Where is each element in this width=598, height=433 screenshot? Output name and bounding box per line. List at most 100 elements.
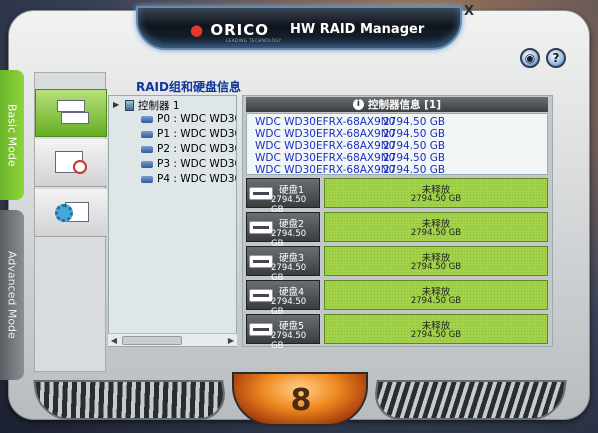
brand-logo: ● ORICO <box>190 21 269 39</box>
tree-horizontal-scrollbar[interactable]: ◀ ▶ <box>108 333 237 346</box>
emblem-icon: 8 <box>290 383 312 418</box>
hdd-icon <box>141 115 153 123</box>
tree-port-p3[interactable]: P3 : WDC WD30EF <box>141 158 236 170</box>
tree-port-label: P2 : WDC WD30EF <box>157 143 236 155</box>
info-icon: i <box>352 99 364 110</box>
disk-name: 硬盘1 <box>279 185 305 196</box>
disk-name: 硬盘3 <box>279 253 305 264</box>
controller-info-header: i 控制器信息 [1] <box>246 97 548 112</box>
disk-model: WDC WD30EFRX-68AX9N0 <box>255 128 396 140</box>
gear-icon <box>51 198 91 228</box>
section-title: RAID组和硬盘信息 <box>136 80 241 94</box>
hdd-icon <box>249 255 273 268</box>
disk-status-capacity: 2794.50 GB <box>410 194 462 204</box>
disk-size: 2794.50 GB <box>383 164 446 176</box>
disk-status-4[interactable]: 未释放 2794.50 GB <box>324 280 548 310</box>
disk-row-1: 硬盘1 2794.50 GB 未释放 2794.50 GB <box>246 178 548 215</box>
tree-port-label: P1 : WDC WD30EF <box>157 128 236 140</box>
hdd-icon <box>141 145 153 153</box>
disk-capacity: 2794.50 GB <box>271 331 307 351</box>
orico-logo-icon: ● <box>190 21 205 39</box>
disk-name: 硬盘4 <box>279 287 305 298</box>
controller-info-list: WDC WD30EFRX-68AX9N0 2794.50 GB WDC WD30E… <box>246 113 548 176</box>
disk-name: 硬盘2 <box>279 219 305 230</box>
help-button[interactable]: ? <box>546 48 566 68</box>
disk-status-capacity: 2794.50 GB <box>410 262 462 272</box>
close-button[interactable]: X <box>462 5 476 20</box>
hdd-icon <box>141 175 153 183</box>
disk-size: 2794.50 GB <box>383 116 446 128</box>
disk-row-2: 硬盘2 2794.50 GB 未释放 2794.50 GB <box>246 212 548 249</box>
disk-row-5: 硬盘5 2794.50 GB 未释放 2794.50 GB <box>246 314 548 351</box>
disk-model: WDC WD30EFRX-68AX9N0 <box>255 116 396 128</box>
disk-card-2[interactable]: 硬盘2 2794.50 GB <box>246 212 320 249</box>
disk-card-1[interactable]: 硬盘1 2794.50 GB <box>246 178 320 215</box>
tab-advanced-mode[interactable]: Advanced Mode <box>0 210 24 380</box>
help-icon: ? <box>552 51 560 65</box>
orico-emblem: 8 <box>232 372 368 426</box>
disk-status-1[interactable]: 未释放 2794.50 GB <box>324 178 548 208</box>
minimize-button[interactable]: _ <box>146 5 160 20</box>
list-item: WDC WD30EFRX-68AX9N0 2794.50 GB <box>255 116 445 128</box>
tree-port-label: P0 : WDC WD30EF <box>157 113 236 125</box>
disk-list-icon <box>51 98 91 128</box>
disk-status-5[interactable]: 未释放 2794.50 GB <box>324 314 548 344</box>
disk-model: WDC WD30EFRX-68AX9N0 <box>255 140 396 152</box>
scroll-left-icon[interactable]: ◀ <box>108 334 120 347</box>
bottom-decoration: 8 <box>33 370 567 426</box>
list-item: WDC WD30EFRX-68AX9N0 2794.50 GB <box>255 140 445 152</box>
right-grille <box>371 380 567 420</box>
hdd-icon <box>249 289 273 302</box>
scrollbar-thumb[interactable] <box>122 336 182 345</box>
speaker-icon: ◉ <box>524 51 536 65</box>
hdd-icon <box>141 130 153 138</box>
controller-icon <box>125 100 134 111</box>
tree-port-label: P4 : WDC WD30EF <box>157 173 236 185</box>
app-window: ● ORICO LEADING TECHNOLOGY HW RAID Manag… <box>0 0 598 433</box>
disk-status-capacity: 2794.50 GB <box>410 228 462 238</box>
hdd-icon <box>249 187 273 200</box>
tree-port-p4[interactable]: P4 : WDC WD30EF <box>141 173 236 185</box>
sound-alert-button[interactable]: ◉ <box>520 48 540 68</box>
app-title: HW RAID Manager <box>290 22 425 37</box>
tree-port-p0[interactable]: P0 : WDC WD30EF <box>141 113 236 125</box>
tab-basic-mode[interactable]: Basic Mode <box>0 70 24 200</box>
disk-status-2[interactable]: 未释放 2794.50 GB <box>324 212 548 242</box>
tree-controller-label: 控制器 1 <box>138 100 180 112</box>
disk-status-capacity: 2794.50 GB <box>410 296 462 306</box>
disk-model: WDC WD30EFRX-68AX9N0 <box>255 164 396 176</box>
disk-status-3[interactable]: 未释放 2794.50 GB <box>324 246 548 276</box>
collapse-icon[interactable]: ▶ <box>113 101 122 110</box>
tree-port-p2[interactable]: P2 : WDC WD30EF <box>141 143 236 155</box>
list-item: WDC WD30EFRX-68AX9N0 2794.50 GB <box>255 152 445 164</box>
raid-monitor-icon <box>51 148 91 178</box>
list-item: WDC WD30EFRX-68AX9N0 2794.50 GB <box>255 128 445 140</box>
disk-size: 2794.50 GB <box>383 152 446 164</box>
disk-card-3[interactable]: 硬盘3 2794.50 GB <box>246 246 320 283</box>
nav-raid-settings[interactable] <box>35 189 107 237</box>
tree-port-p1[interactable]: P1 : WDC WD30EF <box>141 128 236 140</box>
hdd-icon <box>141 160 153 168</box>
device-tree: ▶ 控制器 1 P0 : WDC WD30EF P1 : WDC WD30EF … <box>108 95 237 347</box>
disk-row-4: 硬盘4 2794.50 GB 未释放 2794.50 GB <box>246 280 548 317</box>
left-grille <box>33 380 229 420</box>
brand-text: ORICO <box>210 21 269 39</box>
disk-model: WDC WD30EFRX-68AX9N0 <box>255 152 396 164</box>
nav-raid-status[interactable] <box>35 139 107 187</box>
tree-port-label: P3 : WDC WD30EF <box>157 158 236 170</box>
disk-size: 2794.50 GB <box>383 140 446 152</box>
controller-info-title: 控制器信息 [1] <box>367 99 442 111</box>
disk-status-capacity: 2794.50 GB <box>410 330 462 340</box>
disk-row-3: 硬盘3 2794.50 GB 未释放 2794.50 GB <box>246 246 548 283</box>
nav-raid-info[interactable] <box>35 89 107 137</box>
hdd-icon <box>249 221 273 234</box>
brand-tagline: LEADING TECHNOLOGY <box>226 38 282 43</box>
tree-controller-node[interactable]: ▶ 控制器 1 <box>113 98 180 113</box>
disk-card-4[interactable]: 硬盘4 2794.50 GB <box>246 280 320 317</box>
hdd-icon <box>249 323 273 336</box>
disk-name: 硬盘5 <box>279 321 305 332</box>
scroll-right-icon[interactable]: ▶ <box>225 334 237 347</box>
title-bar: ● ORICO LEADING TECHNOLOGY HW RAID Manag… <box>136 6 462 50</box>
disk-card-5[interactable]: 硬盘5 2794.50 GB <box>246 314 320 351</box>
list-item: WDC WD30EFRX-68AX9N0 2794.50 GB <box>255 164 445 176</box>
